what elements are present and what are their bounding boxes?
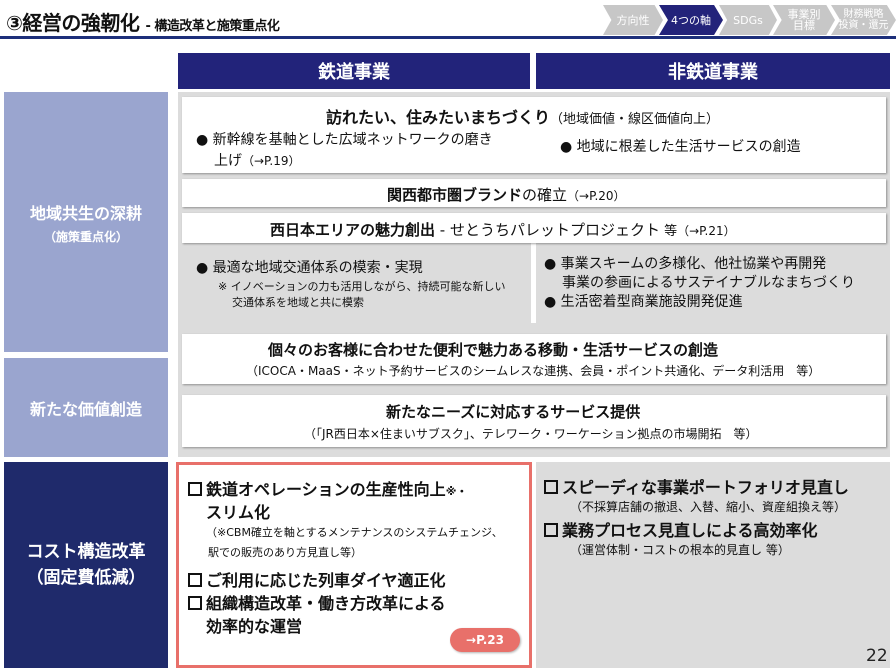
checkbox-icon	[544, 480, 558, 494]
checkbox-icon	[188, 482, 202, 496]
mobility-title-text: 個々のお客様に合わせた便利で魅力ある移動・生活サービスの創造	[268, 341, 719, 359]
column-divider	[531, 243, 536, 323]
column-header-rail-label: 鉄道事業	[318, 62, 390, 83]
cost-nonrail-note-2: （運営体制・コストの根本的見直し 等）	[570, 543, 790, 557]
title-main: ③経営の強靭化	[6, 11, 140, 35]
west-japan-etc: 等	[659, 224, 678, 239]
kansai-brand-text: 関西都市圏ブランドの確立（→P.20）	[387, 184, 626, 205]
cost-rail-note-1: （※CBM確立を軸とするメンテナンスのシステムチェンジ、	[206, 526, 503, 539]
new-needs-title: 新たなニーズに対応するサービス提供	[386, 401, 640, 422]
cost-rail-item-3-text: 組織構造改革・働き方改革による	[206, 594, 446, 613]
title-subtitle: - 構造改革と施策重点化	[145, 19, 280, 34]
row-label-regional-title: 地域共生の深耕	[29, 203, 142, 223]
row-label-cost-sub: （固定費低減）	[26, 568, 146, 588]
row-label-value: 新たな価値創造	[4, 358, 168, 457]
cost-nonrail-item-1-text: スピーディな事業ポートフォリオ見直し	[562, 478, 849, 497]
nav-step-label: 4つの軸	[671, 13, 711, 27]
column-header-rail: 鉄道事業	[178, 53, 530, 89]
nav-step-business-goals[interactable]: 事業別 目標	[773, 5, 835, 35]
cost-rail-item-1-cont: スリム化	[206, 503, 271, 522]
cost-rail-item-3-cont: 効率的な運営	[206, 617, 303, 636]
town-title-note: （地域価値・線区価値向上）	[550, 112, 720, 127]
nonrail-detail-bullet-1: ● 事業スキームの多様化、他社協業や再開発	[544, 256, 827, 272]
town-title-text: 訪れたい、住みたいまちづくり	[326, 108, 551, 127]
new-needs-note: （「JR西日本×住まいサブスク」、テレワーク・ワーケーション拠点の市場開拓 等）	[304, 427, 758, 441]
town-rail-ref: （→P.19）	[242, 154, 301, 168]
page-number: 22	[866, 646, 888, 666]
row-label-cost-title: コスト構造改革	[26, 542, 146, 562]
cost-rail-item-1: 鉄道オペレーションの生産性向上※・	[188, 476, 467, 500]
header-rule	[0, 36, 896, 39]
town-nonrail-bullet: ● 地域に根差した生活サービスの創造	[560, 139, 801, 155]
kansai-brand-bold: 関西都市圏ブランド	[387, 186, 523, 204]
town-rail-bullet: ● 新幹線を基軸とした広域ネットワークの磨き	[196, 132, 493, 148]
nav-step-label: SDGs	[733, 13, 763, 27]
town-rail-bullet-line2: 上げ	[214, 153, 242, 169]
nonrail-detail-bullet-2: ● 生活密着型商業施設開発促進	[544, 294, 743, 310]
cost-nonrail-note-1: （不採算店舗の撤退、入替、縮小、資産組換え等）	[570, 500, 847, 514]
west-japan-ref: （→P.21）	[677, 224, 736, 238]
nav-step-direction[interactable]: 方向性	[603, 5, 663, 35]
page-title: ③経営の強靭化 - 構造改革と施策重点化	[6, 7, 280, 36]
kansai-brand-rest: の確立	[522, 186, 568, 204]
cost-rail-item-1-mark: ※・	[445, 485, 468, 498]
rail-detail-note-2: 交通体系を地域と共に模索	[232, 296, 364, 309]
nav-step-four-axes[interactable]: 4つの軸	[659, 5, 723, 35]
cost-rail-ref-badge[interactable]: →P.23	[450, 628, 520, 652]
nav-step-label: 投資・還元	[838, 20, 889, 31]
nav-step-finance[interactable]: 財務戦略 投資・還元	[831, 5, 896, 35]
cost-nonrail-item-2-text: 業務プロセス見直しによる高効率化	[562, 521, 818, 540]
nonrail-detail-bullet-1-cont: 事業の参画によるサステイナブルなまちづくり	[562, 275, 856, 291]
west-japan-text: 西日本エリアの魅力創出 - せとうちパレットプロジェクト 等（→P.21）	[270, 219, 736, 240]
cost-rail-ref-text: →P.23	[466, 633, 504, 647]
cost-rail-item-2: ご利用に応じた列車ダイヤ適正化	[188, 567, 446, 591]
cost-rail-note-2: 駅での販売のあり方見直し等）	[208, 546, 362, 559]
row-label-cost: コスト構造改革 （固定費低減）	[4, 462, 168, 668]
column-header-nonrail-label: 非鉄道事業	[668, 62, 758, 83]
west-japan-rest: - せとうちパレットプロジェクト	[435, 221, 660, 239]
mobility-service-title: 個々のお客様に合わせた便利で魅力ある移動・生活サービスの創造	[268, 339, 718, 360]
west-japan-bold: 西日本エリアの魅力創出	[270, 221, 436, 239]
checkbox-icon	[188, 596, 202, 610]
rail-detail-bullet: ● 最適な地域交通体系の模索・実現	[196, 260, 423, 276]
kansai-brand-ref: （→P.20）	[567, 189, 626, 203]
mobility-service-note: （ICOCA・MaaS・ネット予約サービスのシームレスな連携、会員・ポイント共通…	[246, 364, 821, 378]
checkbox-icon	[188, 573, 202, 587]
town-rail-bullet-cont: 上げ（→P.19）	[214, 150, 301, 170]
nav-step-label: 方向性	[616, 13, 650, 27]
new-needs-title-text: 新たなニーズに対応するサービス提供	[386, 403, 641, 421]
rail-detail-note-1: ※ イノベーションの力も活用しながら、持続可能な新しい	[218, 280, 506, 293]
nav-step-label: 財務戦略	[843, 9, 884, 20]
town-development-title: 訪れたい、住みたいまちづくり（地域価値・線区価値向上）	[326, 104, 719, 128]
nav-step-label: 目標	[793, 19, 815, 32]
cost-rail-item-2-text: ご利用に応じた列車ダイヤ適正化	[206, 571, 446, 590]
cost-rail-item-1-text: 鉄道オペレーションの生産性向上	[206, 480, 446, 499]
row-label-regional-sub: （施策重点化）	[43, 229, 128, 244]
checkbox-icon	[544, 523, 558, 537]
row-label-value-title: 新たな価値創造	[29, 399, 142, 419]
cost-nonrail-item-1: スピーディな事業ポートフォリオ見直し	[544, 474, 849, 498]
row-label-regional: 地域共生の深耕 （施策重点化）	[4, 92, 168, 352]
column-header-nonrail: 非鉄道事業	[536, 53, 890, 89]
cost-rail-item-3: 組織構造改革・働き方改革による	[188, 590, 446, 614]
cost-nonrail-item-2: 業務プロセス見直しによる高効率化	[544, 517, 818, 541]
nav-step-sdgs[interactable]: SDGs	[719, 5, 777, 35]
